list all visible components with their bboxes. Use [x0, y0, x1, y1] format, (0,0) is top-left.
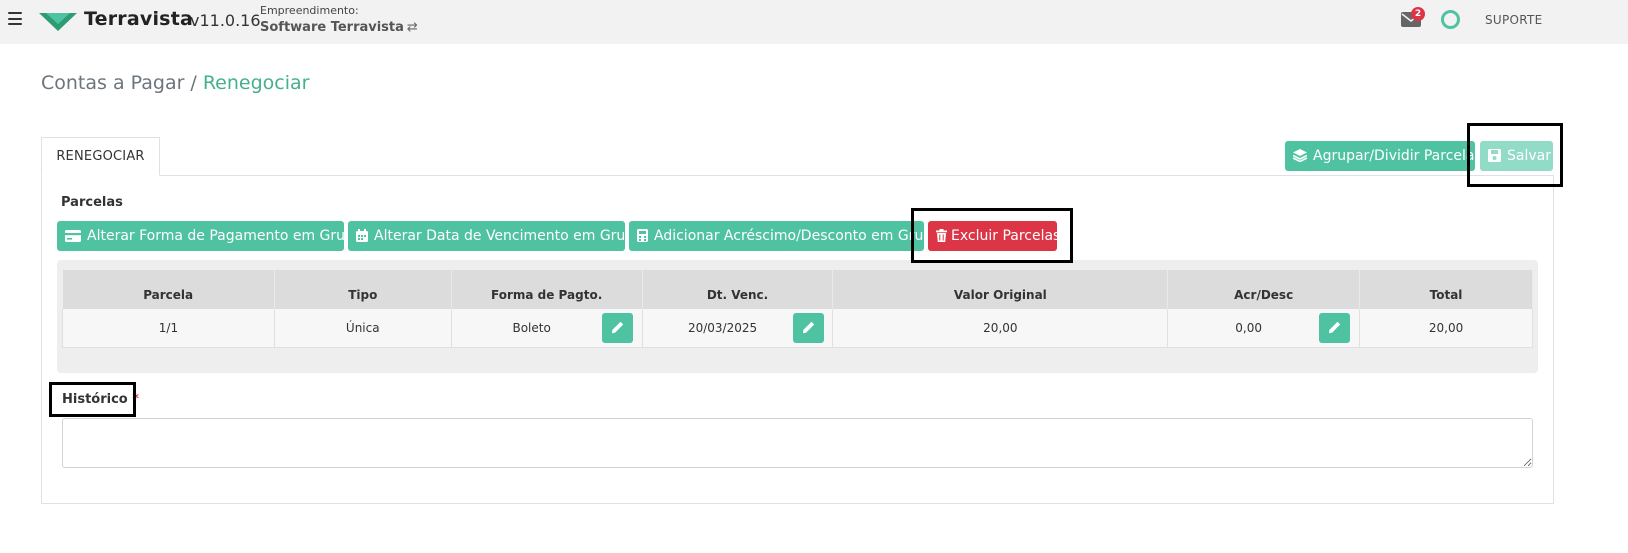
pencil-icon [802, 321, 814, 334]
alter-payment-label: Alterar Forma de Pagamento em Grupo [87, 228, 344, 244]
cell-parcela: 1/1 [62, 309, 275, 348]
save-label: Salvar [1507, 148, 1551, 164]
historico-textarea[interactable] [62, 418, 1533, 468]
group-split-label: Agrupar/Dividir Parcelas [1313, 148, 1475, 164]
layers-icon [1292, 149, 1308, 163]
edit-dt-venc-button[interactable] [792, 313, 824, 343]
breadcrumb: Contas a Pagar / Renegociar [41, 72, 309, 94]
edit-forma-pagto-button[interactable] [601, 313, 633, 343]
swap-icon[interactable]: ⇄ [407, 20, 418, 35]
terravista-logo-icon [39, 13, 77, 31]
column-header-total[interactable]: Total [1359, 270, 1533, 309]
edit-acr-desc-button[interactable] [1319, 313, 1351, 343]
delete-parcelas-button[interactable]: Excluir Parcelas [928, 221, 1057, 251]
column-header-forma-pagto[interactable]: Forma de Pagto. [451, 270, 643, 309]
pencil-icon [611, 321, 623, 334]
credit-card-icon [65, 230, 81, 242]
forma-pagto-value: Boleto [512, 320, 551, 335]
column-header-parcela[interactable]: Parcela [62, 270, 275, 309]
cell-forma-pagto: Boleto [451, 309, 643, 348]
breadcrumb-parent[interactable]: Contas a Pagar [41, 72, 184, 94]
column-header-dt-venc[interactable]: Dt. Venc. [642, 270, 834, 309]
table-row: 1/1 Única Boleto 20/03/2025 20,00 0,00 2… [62, 309, 1533, 348]
add-surcharge-discount-group-button[interactable]: Adicionar Acréscimo/Desconto em Grupo [629, 221, 924, 251]
empreendimento-selector[interactable]: Software Terravista ⇄ [260, 20, 418, 35]
cell-total: 20,00 [1359, 309, 1533, 348]
brand-name: Terravista [84, 8, 193, 30]
notification-badge: 2 [1411, 7, 1425, 21]
status-ring-icon[interactable] [1441, 10, 1460, 29]
empreendimento-name: Software Terravista [260, 20, 404, 35]
dt-venc-value: 20/03/2025 [687, 320, 758, 335]
historico-label-text: Histórico [62, 392, 128, 407]
calculator-icon [637, 229, 648, 242]
add-surcharge-label: Adicionar Acréscimo/Desconto em Grupo [654, 228, 924, 244]
column-header-acr-desc[interactable]: Acr/Desc [1167, 270, 1361, 309]
table-header-row: Parcela Tipo Forma de Pagto. Dt. Venc. V… [62, 270, 1533, 309]
pencil-icon [1329, 321, 1341, 334]
alter-due-date-group-button[interactable]: Alterar Data de Vencimento em Grupo [348, 221, 625, 251]
cell-dt-venc: 20/03/2025 [642, 309, 834, 348]
empreendimento-label: Empreendimento: [260, 4, 359, 17]
breadcrumb-current: Renegociar [202, 72, 310, 94]
alter-payment-group-button[interactable]: Alterar Forma de Pagamento em Grupo [57, 221, 344, 251]
column-header-tipo[interactable]: Tipo [274, 270, 452, 309]
menu-icon[interactable] [8, 12, 22, 28]
parcelas-title: Parcelas [61, 195, 123, 210]
alter-due-date-label: Alterar Data de Vencimento em Grupo [374, 228, 625, 244]
parcelas-table: Parcela Tipo Forma de Pagto. Dt. Venc. V… [62, 270, 1533, 348]
support-link[interactable]: SUPORTE [1485, 13, 1543, 27]
group-split-button[interactable]: Agrupar/Dividir Parcelas [1285, 141, 1475, 171]
cell-valor-original: 20,00 [832, 309, 1169, 348]
save-button[interactable]: Salvar [1480, 141, 1553, 171]
historico-label: Histórico * [62, 392, 139, 407]
delete-parcelas-label: Excluir Parcelas [951, 228, 1057, 244]
calendar-icon [356, 229, 368, 242]
breadcrumb-separator: / [190, 72, 197, 94]
cell-tipo: Única [274, 309, 452, 348]
acr-desc-value: 0,00 [1235, 320, 1263, 335]
trash-icon [936, 229, 947, 242]
save-icon [1488, 149, 1501, 162]
tab-renegociar[interactable]: RENEGOCIAR [41, 137, 160, 176]
cell-acr-desc: 0,00 [1167, 309, 1361, 348]
top-bar: Terravista v11.0.16 Empreendimento: Soft… [0, 0, 1628, 44]
required-mark: * [132, 392, 140, 407]
app-version: v11.0.16 [190, 11, 261, 30]
column-header-valor-original[interactable]: Valor Original [832, 270, 1169, 309]
